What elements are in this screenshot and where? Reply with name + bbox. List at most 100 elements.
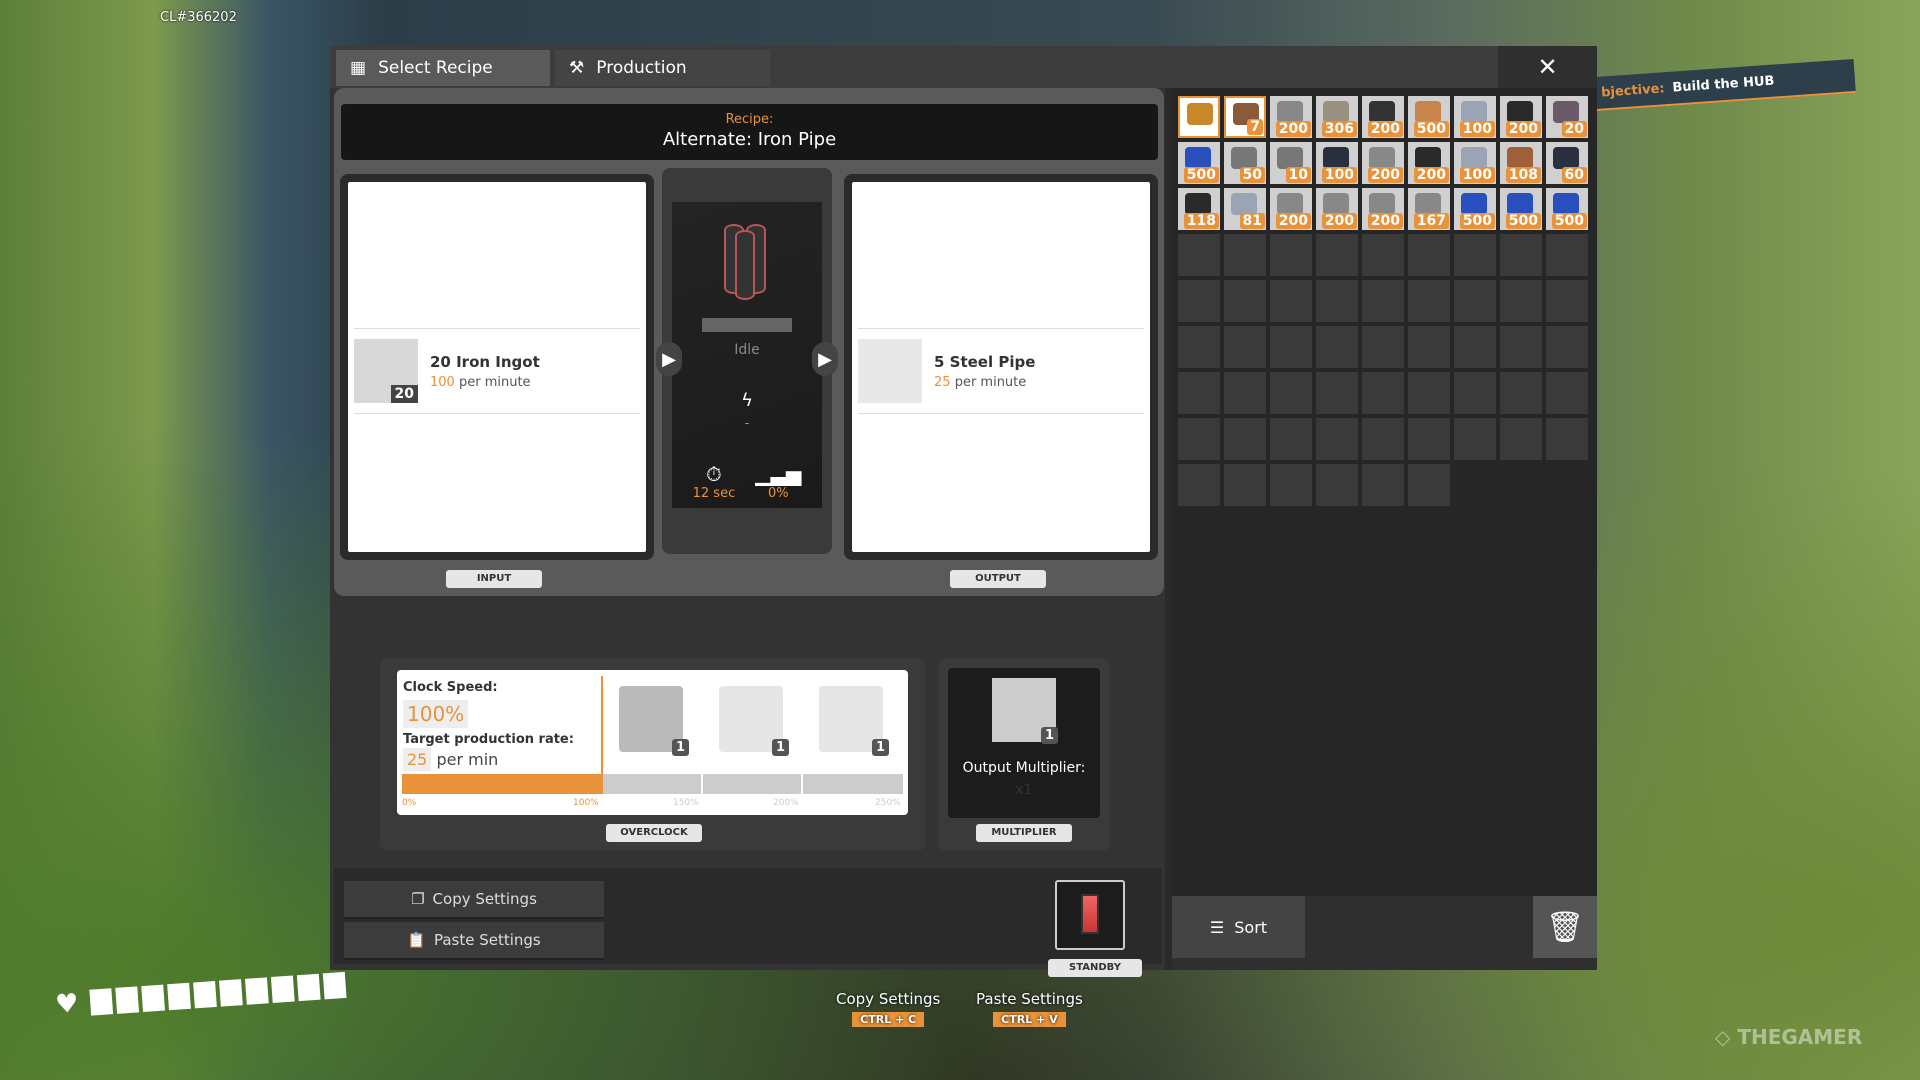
inventory-slot-iron-plate[interactable]: 200 <box>1362 142 1404 184</box>
inventory-slot-empty[interactable] <box>1224 234 1266 276</box>
health-cell <box>193 980 218 1009</box>
inventory-slot-ore[interactable]: 20 <box>1546 96 1588 138</box>
inventory-slot-empty[interactable] <box>1546 280 1588 322</box>
inventory-slot-empty[interactable] <box>1546 326 1588 368</box>
trash-button[interactable]: 🗑 <box>1533 896 1597 958</box>
inventory-slot-empty[interactable] <box>1224 464 1266 506</box>
inventory-slot-empty[interactable] <box>1408 372 1450 414</box>
power-shard-slot[interactable]: 1 <box>619 686 689 756</box>
inventory-slot-iron-plate[interactable]: 167 <box>1408 188 1450 230</box>
inventory-slot-barrel[interactable]: 100 <box>1316 142 1358 184</box>
inventory-slot-empty[interactable] <box>1546 234 1588 276</box>
inventory-slot-empty[interactable] <box>1362 234 1404 276</box>
inventory-slot-empty[interactable] <box>1500 418 1542 460</box>
paste-settings-button[interactable]: 📋 Paste Settings <box>344 922 604 960</box>
inventory-slot-empty[interactable] <box>1408 464 1450 506</box>
inventory-slot-empty[interactable] <box>1316 418 1358 460</box>
slider-segment[interactable] <box>803 774 903 794</box>
inventory-slot-steel-beam[interactable]: 100 <box>1454 96 1496 138</box>
somersloop-slot[interactable]: 1 <box>992 678 1058 744</box>
inventory-slot-steel-pipe[interactable]: 200 <box>1408 142 1450 184</box>
inventory-slot-empty[interactable] <box>1362 464 1404 506</box>
inventory-slot-empty[interactable] <box>1178 280 1220 322</box>
inventory-slot-empty[interactable] <box>1270 464 1312 506</box>
inventory-slot-iron-ore[interactable]: 500 <box>1546 188 1588 230</box>
inventory-slot-steel-beam[interactable]: 81 <box>1224 188 1266 230</box>
clock-speed-input[interactable]: 100% <box>403 700 469 728</box>
inventory-slot-concrete[interactable]: 306 <box>1316 96 1358 138</box>
target-rate-input[interactable]: 25 <box>403 748 432 771</box>
inventory-slot-empty[interactable] <box>1362 280 1404 322</box>
standby-switch[interactable] <box>1055 880 1125 950</box>
output-item[interactable]: 5 Steel Pipe 25 per minute <box>858 328 1144 414</box>
inventory-slot-barrel[interactable]: 60 <box>1546 142 1588 184</box>
inventory-slot-empty[interactable] <box>1178 234 1220 276</box>
slider-segment[interactable] <box>703 774 801 794</box>
tab-production[interactable]: ⚒ Production <box>555 50 770 86</box>
inventory-slot-empty[interactable] <box>1224 418 1266 460</box>
inventory-slot-empty[interactable] <box>1500 372 1542 414</box>
inventory-slot-empty[interactable] <box>1500 234 1542 276</box>
inventory-slot-empty[interactable] <box>1500 280 1542 322</box>
inventory-slot-empty[interactable] <box>1316 372 1358 414</box>
inventory-slot-empty[interactable] <box>1454 418 1496 460</box>
inventory-slot-steel-beam[interactable]: 100 <box>1454 142 1496 184</box>
inventory-slot-empty[interactable] <box>1408 418 1450 460</box>
inventory-slot-empty[interactable] <box>1454 234 1496 276</box>
inventory-slot-iron-plate[interactable]: 200 <box>1316 188 1358 230</box>
inventory-slot-empty[interactable] <box>1454 326 1496 368</box>
close-button[interactable]: ✕ <box>1498 46 1597 88</box>
inventory-slot-empty[interactable] <box>1362 372 1404 414</box>
inventory-slot-equipment[interactable]: 7 <box>1224 96 1266 138</box>
inventory-slot-empty[interactable] <box>1178 418 1220 460</box>
inventory-slot-empty[interactable] <box>1546 418 1588 460</box>
slider-segment[interactable] <box>603 774 701 794</box>
inventory-slot-empty[interactable] <box>1454 280 1496 322</box>
inventory-slot-empty[interactable] <box>1362 326 1404 368</box>
inventory-slot-empty[interactable] <box>1270 234 1312 276</box>
inventory-slot-empty[interactable] <box>1362 418 1404 460</box>
inventory-slot-empty[interactable] <box>1454 372 1496 414</box>
inventory-slot-iron-ore[interactable]: 500 <box>1500 188 1542 230</box>
inventory-slot-empty[interactable] <box>1270 280 1312 322</box>
tab-select-recipe[interactable]: ▦ Select Recipe <box>336 50 550 86</box>
inventory-slot-empty[interactable] <box>1224 280 1266 322</box>
inventory-slot-iron-ore[interactable]: 500 <box>1454 188 1496 230</box>
inventory-slot-empty[interactable] <box>1546 372 1588 414</box>
clock-speed-slider[interactable] <box>402 774 601 794</box>
inventory-slot-empty[interactable] <box>1270 372 1312 414</box>
inventory-slot-empty[interactable] <box>1408 234 1450 276</box>
inventory-slot-empty[interactable] <box>1408 280 1450 322</box>
inventory-slot-empty[interactable] <box>1224 326 1266 368</box>
input-item[interactable]: 20 20 Iron Ingot 100 per minute <box>354 328 640 414</box>
inventory-slot-steel-pipe[interactable]: 118 <box>1178 188 1220 230</box>
inventory-slot-iron-plate[interactable]: 200 <box>1362 188 1404 230</box>
inventory-slot-empty[interactable] <box>1178 464 1220 506</box>
inventory-slot-empty[interactable] <box>1178 326 1220 368</box>
copy-settings-button[interactable]: ❐ Copy Settings <box>344 881 604 919</box>
inventory-slot-empty[interactable] <box>1408 326 1450 368</box>
inventory-slot-empty[interactable] <box>1270 326 1312 368</box>
inventory-slot-empty[interactable] <box>1224 372 1266 414</box>
inventory-slot-empty[interactable] <box>1270 418 1312 460</box>
power-shard-slot[interactable]: 1 <box>819 686 889 756</box>
inventory-slot-iron-rod[interactable]: 200 <box>1362 96 1404 138</box>
inventory-slot-frame[interactable]: 10 <box>1270 142 1312 184</box>
inventory-slot-empty[interactable] <box>1500 326 1542 368</box>
inventory-slot-empty[interactable] <box>1178 372 1220 414</box>
inventory-slot-empty[interactable] <box>1316 234 1358 276</box>
inventory-slot-frame[interactable]: 50 <box>1224 142 1266 184</box>
hint-label: Copy Settings <box>836 990 941 1008</box>
inventory-slot-copper-rod[interactable]: 108 <box>1500 142 1542 184</box>
inventory-slot-xeno-zapper[interactable] <box>1178 96 1220 138</box>
inventory-slot-empty[interactable] <box>1316 280 1358 322</box>
power-shard-slot[interactable]: 1 <box>719 686 789 756</box>
inventory-slot-iron-plate[interactable]: 200 <box>1270 188 1312 230</box>
inventory-slot-iron-ore[interactable]: 500 <box>1178 142 1220 184</box>
inventory-slot-empty[interactable] <box>1316 326 1358 368</box>
sort-button[interactable]: ☰ Sort <box>1172 896 1305 958</box>
inventory-slot-empty[interactable] <box>1316 464 1358 506</box>
inventory-slot-copper-wire[interactable]: 500 <box>1408 96 1450 138</box>
inventory-slot-steel-pipe[interactable]: 200 <box>1500 96 1542 138</box>
inventory-slot-iron-plate[interactable]: 200 <box>1270 96 1312 138</box>
